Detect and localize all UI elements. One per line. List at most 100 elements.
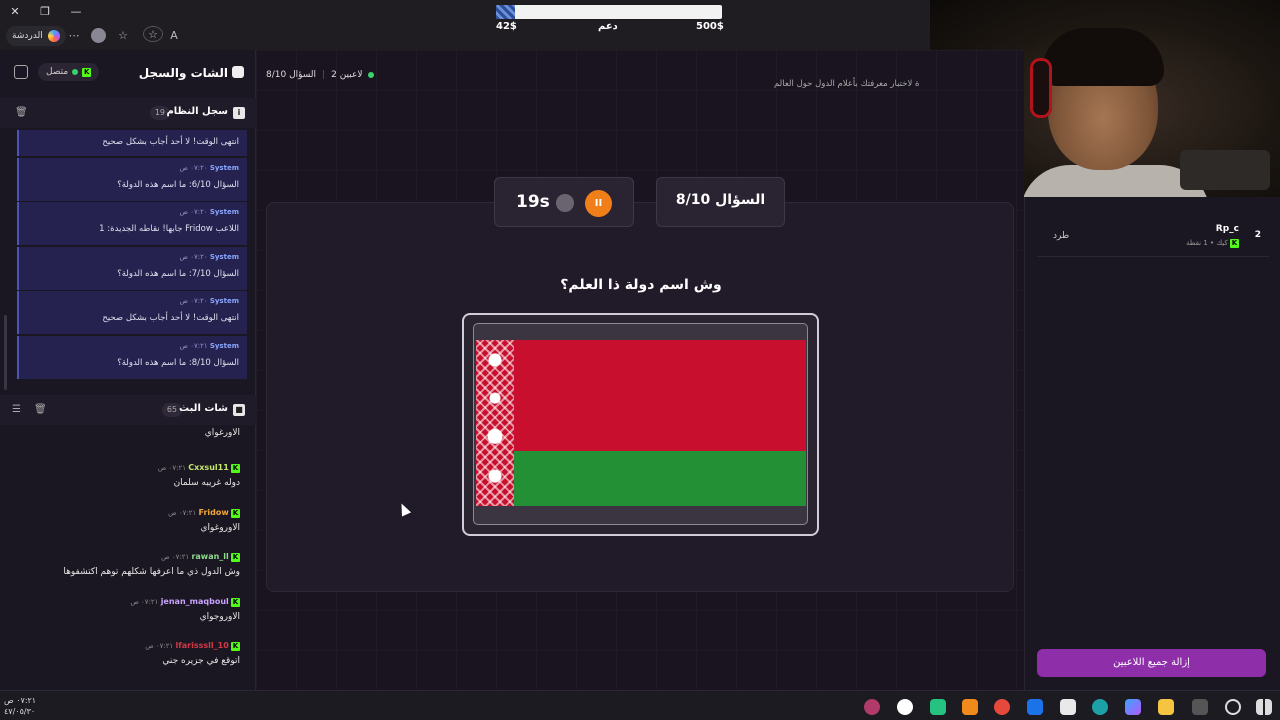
message-time: ٠٧:٢٠ ص	[179, 252, 208, 261]
webcam-headphones	[1030, 58, 1052, 118]
kick-player-button[interactable]: طرد	[1053, 231, 1069, 241]
chat-bubble-icon: ■	[233, 404, 245, 416]
store-icon[interactable]	[1060, 699, 1076, 715]
stream-chat-header[interactable]: ☰ 🗑 65 شات البث ■	[0, 395, 256, 425]
system-log-header[interactable]: 🗑 19 سجل النظام i	[0, 98, 256, 128]
copilot-chat-button[interactable]: الدردشة	[6, 26, 66, 46]
player-rank: 2	[1254, 230, 1261, 240]
list-item: System ٠٧:٢٠ ص السؤال 6/10: ما اسم هذه ا…	[17, 157, 247, 201]
more-icon[interactable]: ⋯	[66, 28, 82, 44]
chat-message-text: الاوروجواي	[199, 611, 240, 622]
system-log-title: سجل النظام	[166, 106, 228, 117]
system-message-text: اللاعب Fridow جابها! نقاطه الجديدة: 1	[99, 224, 239, 234]
chrome-icon[interactable]	[864, 699, 880, 715]
read-aloud-icon[interactable]: A	[166, 28, 182, 44]
list-item: System ٠٧:٢٠ ص انتهى الوقت! لا أحد أجاب …	[17, 291, 247, 334]
system-message-text: انتهى الوقت! لا أحد أجاب بشكل صحيح	[102, 137, 239, 147]
copilot-icon[interactable]	[1125, 699, 1141, 715]
chat-label: الدردشة	[12, 31, 43, 41]
chat-username[interactable]: Fridow	[199, 508, 229, 517]
message-time: ٠٧:٢١ ص	[130, 597, 159, 606]
chat-username[interactable]: lfarisssll_10	[176, 641, 229, 650]
timer-value: 19s	[516, 192, 550, 212]
edge-icon[interactable]	[1092, 699, 1108, 715]
browser-toolbar: الدردشة ⋯ ☆ ☆ A	[0, 24, 930, 50]
status-separator: |	[322, 70, 326, 80]
app-icon[interactable]	[930, 699, 946, 715]
message-time: ٠٧:٢١ ص	[145, 642, 174, 650]
donation-progress-bar	[496, 5, 722, 19]
chat-username[interactable]: jenan_maqboul	[161, 597, 229, 606]
list-item: System ٠٧:٢٠ ص السؤال 7/10: ما اسم هذه ا…	[17, 246, 247, 290]
close-icon[interactable]: ✕	[5, 4, 25, 20]
player-name: Rp_c	[1215, 224, 1239, 234]
system-log-list: انتهى الوقت! لا أحد أجاب بشكل صحيح Syste…	[17, 130, 247, 380]
message-sender: System	[209, 252, 239, 261]
list-item: K rawan_ll ٠٧:٢١ ص وش الدول ذي ما اعرفها…	[0, 548, 256, 593]
flag-image	[476, 340, 806, 506]
restore-icon[interactable]: ❐	[35, 4, 55, 20]
trash-icon[interactable]: 🗑	[34, 404, 47, 415]
list-item: System ٠٧:٢١ ص السؤال 8/10: ما اسم هذه ا…	[17, 335, 247, 379]
taskbar-clock[interactable]: ٠٧:٢١ ص ٤٧/٠٥/٣٠	[4, 695, 36, 717]
message-meta: System ٠٧:٢٠ ص	[179, 164, 239, 172]
stream-chat-title: شات البث	[179, 403, 228, 414]
connection-status-label: متصل	[46, 67, 69, 77]
list-item: K Cxxsul11 ٠٧:٢١ ص دوله غريبه سلمان	[0, 459, 256, 504]
search-icon[interactable]	[1225, 699, 1241, 715]
system-message-text: انتهى الوقت! لا أحد أجاب بشكل صحيح	[102, 313, 239, 323]
system-log-scrollbar[interactable]	[4, 315, 7, 390]
message-time: ٠٧:٢٠ ص	[179, 208, 208, 216]
kick-icon: K	[82, 67, 92, 77]
flag-card	[462, 313, 819, 536]
chrome-alt-icon[interactable]	[994, 699, 1010, 715]
favorites-icon[interactable]: ☆	[115, 28, 131, 44]
trash-icon[interactable]: 🗑	[15, 107, 28, 118]
align-icon[interactable]: ☰	[12, 404, 21, 415]
remove-all-players-button[interactable]: إزالة جميع اللاعبين	[1037, 649, 1266, 677]
webcam-equipment	[1180, 150, 1270, 190]
minimize-icon[interactable]: —	[66, 4, 86, 20]
flag-ornament	[476, 340, 514, 506]
question-panel: وش اسم دولة ذا العلم؟	[266, 202, 1014, 592]
question-status: السؤال 8/10	[266, 70, 317, 80]
message-time: ٠٧:٢١ ص	[179, 341, 208, 350]
list-item: System ٠٧:٢٠ ص اللاعب Fridow جابها! نقاط…	[17, 202, 247, 245]
game-status-row: السؤال 8/10 | 2 لاعبين	[266, 70, 375, 80]
chat-message-meta: K Cxxsul11 ٠٧:٢١ ص	[158, 463, 240, 473]
collapse-sidebar-icon[interactable]	[14, 65, 28, 79]
list-item: الاورغواي	[0, 428, 256, 459]
message-meta: System ٠٧:٢٠ ص	[179, 297, 239, 305]
sidebar-title: الشات والسجل	[138, 66, 228, 80]
flag-red-stripe	[514, 340, 806, 451]
message-meta: System ٠٧:٢٠ ص	[179, 253, 239, 261]
start-icon[interactable]	[1256, 699, 1272, 715]
question-text: وش اسم دولة ذا العلم؟	[560, 277, 722, 293]
chat-message-text: دوله غريبه سلمان	[173, 478, 240, 488]
player-row: 2 Rp_c K كيك • 1 نقطة طرد	[1037, 217, 1269, 257]
snipping-icon[interactable]	[1192, 699, 1208, 715]
outlook-icon[interactable]	[1027, 699, 1043, 715]
chat-message-text: الاوروغواي	[200, 522, 240, 533]
info-icon: i	[233, 107, 245, 119]
message-time: ٠٧:٢١ ص	[161, 553, 190, 561]
profile-icon[interactable]	[91, 28, 106, 43]
donation-progress-fill	[496, 5, 515, 19]
online-dot-icon	[368, 72, 375, 78]
list-item: K jenan_maqboul ٠٧:٢١ ص الاوروجواي	[0, 593, 256, 638]
explorer-icon[interactable]	[1158, 699, 1174, 715]
chat-username[interactable]: Cxxsul11	[188, 463, 229, 472]
flag-green-stripe	[514, 450, 806, 506]
chat-message-meta: K jenan_maqboul ٠٧:٢١ ص	[130, 597, 240, 607]
pause-button[interactable]: II	[585, 190, 612, 217]
obs-icon[interactable]	[897, 699, 913, 715]
vlc-icon[interactable]	[962, 699, 978, 715]
taskbar-date: ٤٧/٠٥/٣٠	[4, 707, 36, 716]
list-item: K lfarisssll_10 ٠٧:٢١ ص اتوقع في جزيره ج…	[0, 637, 256, 682]
flag-stripes	[514, 340, 806, 506]
message-sender: System	[209, 163, 239, 172]
star-icon[interactable]: ☆	[143, 26, 163, 42]
kick-icon: K	[231, 464, 240, 473]
chat-username[interactable]: rawan_ll	[191, 552, 228, 561]
players-count: 2 لاعبين	[331, 70, 363, 80]
